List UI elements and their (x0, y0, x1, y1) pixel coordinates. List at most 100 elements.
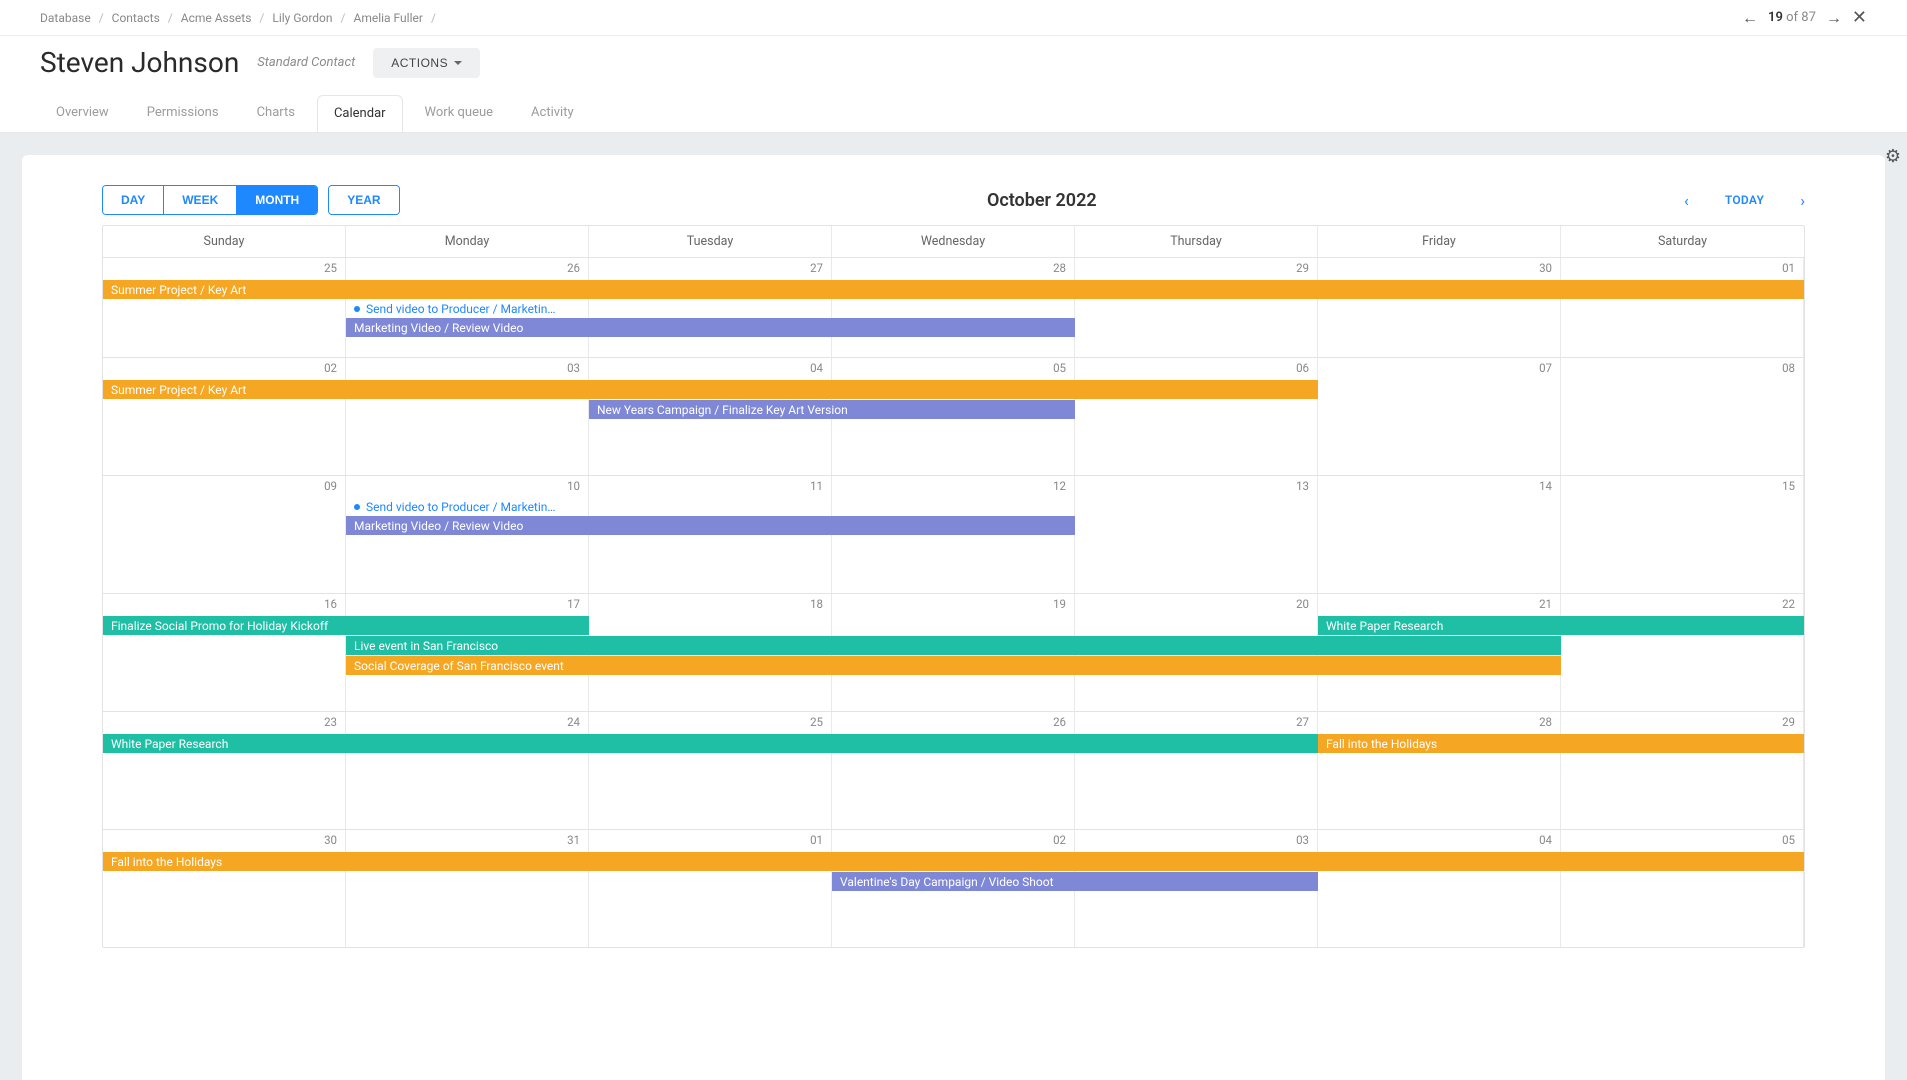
day-number: 27 (1296, 715, 1309, 729)
tab-charts[interactable]: Charts (241, 95, 311, 130)
calendar-cell[interactable]: 24 (346, 712, 589, 829)
day-number: 09 (324, 479, 337, 493)
tab-overview[interactable]: Overview (40, 95, 125, 130)
day-number: 02 (324, 361, 337, 375)
calendar-cell[interactable]: 03 (346, 358, 589, 475)
prev-record-icon[interactable]: ← (1742, 8, 1758, 28)
day-number: 08 (1782, 361, 1795, 375)
calendar-cell[interactable]: 14 (1318, 476, 1561, 593)
calendar-event[interactable]: White Paper Research (1318, 616, 1804, 635)
calendar-event[interactable]: Marketing Video / Review Video (346, 516, 1075, 535)
calendar-event[interactable]: Summer Project / Key Art (103, 380, 1318, 399)
breadcrumb-item[interactable]: Lily Gordon (272, 11, 332, 25)
calendar-event[interactable]: Finalize Social Promo for Holiday Kickof… (103, 616, 589, 635)
breadcrumb-sep: / (168, 11, 173, 25)
day-number: 25 (324, 261, 337, 275)
calendar-cell[interactable]: 15 (1561, 476, 1804, 593)
day-number: 02 (1053, 833, 1066, 847)
day-number: 01 (1782, 261, 1795, 275)
task-label: Send video to Producer / Marketin… (366, 500, 555, 514)
actions-button[interactable]: ACTIONS (373, 48, 480, 78)
next-record-icon[interactable]: → (1826, 8, 1842, 28)
breadcrumb-sep: / (99, 11, 104, 25)
calendar-cell[interactable]: 06 (1075, 358, 1318, 475)
prev-month-icon[interactable]: ‹ (1684, 191, 1689, 210)
calendar-event[interactable]: New Years Campaign / Finalize Key Art Ve… (589, 400, 1075, 419)
calendar-event[interactable]: Valentine's Day Campaign / Video Shoot (832, 872, 1318, 891)
calendar-week: 25262728293001Summer Project / Key ArtSe… (103, 257, 1804, 357)
calendar-cell[interactable]: 13 (1075, 476, 1318, 593)
calendar-cell[interactable]: 30 (103, 830, 346, 947)
calendar-cell[interactable]: 31 (346, 830, 589, 947)
calendar-cell[interactable]: 09 (103, 476, 346, 593)
day-number: 28 (1539, 715, 1552, 729)
day-number: 14 (1539, 479, 1552, 493)
tab-activity[interactable]: Activity (515, 95, 590, 130)
day-number: 30 (324, 833, 337, 847)
day-number: 01 (810, 833, 823, 847)
calendar-cell[interactable]: 01 (589, 830, 832, 947)
tab-calendar[interactable]: Calendar (317, 95, 403, 132)
calendar-cell[interactable]: 29 (1561, 712, 1804, 829)
calendar-event[interactable]: Fall into the Holidays (1318, 734, 1804, 753)
dow-label: Tuesday (589, 226, 832, 257)
day-number: 19 (1053, 597, 1066, 611)
day-number: 12 (1053, 479, 1066, 493)
day-number: 22 (1782, 597, 1795, 611)
calendar-event[interactable]: Marketing Video / Review Video (346, 318, 1075, 337)
calendar-event[interactable]: Social Coverage of San Francisco event (346, 656, 1561, 675)
calendar-event[interactable]: Live event in San Francisco (346, 636, 1561, 655)
next-month-icon[interactable]: › (1800, 191, 1805, 210)
calendar-cell[interactable]: 22 (1561, 594, 1804, 711)
today-button[interactable]: TODAY (1725, 193, 1764, 207)
calendar-event[interactable]: Fall into the Holidays (103, 852, 1804, 871)
close-icon[interactable]: ✕ (1852, 7, 1867, 28)
task-label: Send video to Producer / Marketin… (366, 302, 555, 316)
calendar-task[interactable]: Send video to Producer / Marketin… (346, 300, 589, 318)
calendar-cell[interactable]: 01 (1561, 258, 1804, 357)
view-month-button[interactable]: MONTH (236, 186, 317, 214)
calendar-cell[interactable]: 25 (589, 712, 832, 829)
calendar-event[interactable]: Summer Project / Key Art (103, 280, 1804, 299)
dow-label: Monday (346, 226, 589, 257)
calendar-cell[interactable]: 28 (1318, 712, 1561, 829)
calendar-cell[interactable]: 04 (1318, 830, 1561, 947)
calendar-cell[interactable]: 05 (1561, 830, 1804, 947)
calendar-cell[interactable]: 25 (103, 258, 346, 357)
calendar-task[interactable]: Send video to Producer / Marketin… (346, 498, 589, 516)
day-number: 29 (1296, 261, 1309, 275)
calendar-cell[interactable]: 28 (832, 258, 1075, 357)
breadcrumb-item[interactable]: Acme Assets (181, 11, 252, 25)
view-week-button[interactable]: WEEK (163, 186, 236, 214)
tab-permissions[interactable]: Permissions (131, 95, 235, 130)
day-number: 04 (810, 361, 823, 375)
calendar-cell[interactable]: 08 (1561, 358, 1804, 475)
calendar-cell[interactable]: 26 (832, 712, 1075, 829)
calendar-cell[interactable]: 27 (1075, 712, 1318, 829)
calendar-cell[interactable]: 23 (103, 712, 346, 829)
day-number: 07 (1539, 361, 1552, 375)
calendar: Sunday Monday Tuesday Wednesday Thursday… (102, 225, 1805, 948)
calendar-cell[interactable]: 16 (103, 594, 346, 711)
breadcrumb-sep: / (259, 11, 264, 25)
task-dot-icon (354, 504, 360, 510)
view-day-button[interactable]: DAY (103, 186, 163, 214)
calendar-cell[interactable]: 07 (1318, 358, 1561, 475)
calendar-event[interactable]: White Paper Research (103, 734, 1318, 753)
day-number: 23 (324, 715, 337, 729)
calendar-cell[interactable]: 29 (1075, 258, 1318, 357)
record-subtype: Standard Contact (257, 55, 355, 70)
calendar-cell[interactable]: 27 (589, 258, 832, 357)
breadcrumb-item[interactable]: Contacts (112, 11, 160, 25)
calendar-cell[interactable]: 30 (1318, 258, 1561, 357)
tab-work-queue[interactable]: Work queue (409, 95, 509, 130)
breadcrumb-item[interactable]: Amelia Fuller (353, 11, 422, 25)
day-number: 13 (1296, 479, 1309, 493)
view-year-button[interactable]: YEAR (329, 186, 398, 214)
month-title: October 2022 (400, 190, 1684, 211)
gear-icon[interactable]: ⚙ (1885, 146, 1901, 167)
day-number: 04 (1539, 833, 1552, 847)
breadcrumb-item[interactable]: Database (40, 11, 91, 25)
calendar-cell[interactable]: 02 (103, 358, 346, 475)
dow-label: Saturday (1561, 226, 1804, 257)
